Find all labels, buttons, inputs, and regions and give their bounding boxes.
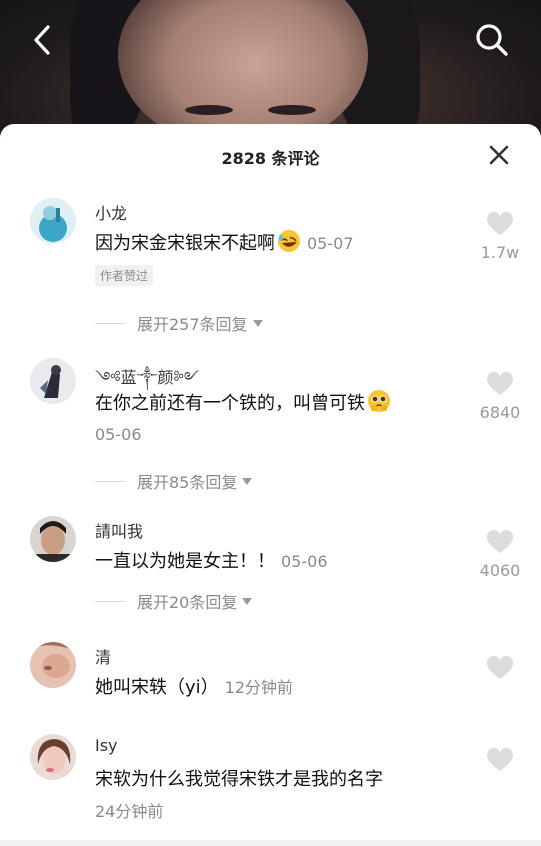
avatar[interactable]	[30, 516, 76, 562]
caret-down-icon	[252, 319, 263, 327]
comment-time: 24分钟前	[95, 802, 164, 821]
avatar-image	[30, 734, 76, 780]
like-count: 6840	[479, 403, 521, 422]
caret-down-icon	[242, 597, 253, 605]
chevron-left-icon	[34, 25, 50, 55]
comment-text: 宋软为什么我觉得宋铁才是我的名字	[95, 765, 383, 791]
video-background	[0, 0, 541, 140]
video-frame-detail	[185, 105, 233, 115]
caret-down-icon	[242, 477, 253, 485]
author-liked-badge: 作者赞过	[95, 265, 154, 286]
avatar-image	[30, 516, 76, 562]
back-button[interactable]	[22, 20, 62, 60]
like-button[interactable]: 6840	[470, 371, 530, 422]
like-count: 4060	[479, 561, 521, 580]
like-button[interactable]: 1.7w	[470, 211, 530, 262]
close-icon	[489, 145, 509, 165]
bottom-divider	[0, 840, 541, 846]
comment-count-title: 2828 条评论	[221, 149, 320, 168]
comments-panel: 2828 条评论 小龙 因为宋金宋银宋不起啊 05-07 作者赞过 1.7w 展…	[0, 124, 541, 846]
avatar[interactable]	[30, 198, 76, 244]
expand-replies-label: 展开85条回复	[137, 473, 238, 492]
divider	[95, 480, 125, 482]
avatar[interactable]	[30, 358, 76, 404]
video-frame-detail	[268, 105, 316, 115]
avatar-image	[30, 642, 76, 688]
comment-text: 在你之前还有一个铁的，叫曾可铁	[95, 389, 391, 415]
avatar[interactable]	[30, 734, 76, 780]
like-button[interactable]	[470, 747, 530, 777]
pleading-emoji-icon	[368, 390, 390, 412]
comment-text: 她叫宋轶（yi） 12分钟前	[95, 673, 293, 699]
divider	[95, 600, 125, 602]
search-button[interactable]	[472, 20, 512, 60]
comment-body: 因为宋金宋银宋不起啊	[95, 233, 275, 254]
comment-time: 05-06	[95, 425, 142, 444]
expand-replies-button[interactable]: 展开20条回复	[95, 589, 253, 613]
expand-replies-button[interactable]: 展开257条回复	[95, 311, 263, 335]
heart-icon	[487, 372, 513, 395]
comment-username[interactable]: 請叫我	[95, 518, 143, 542]
comment-username[interactable]: 清	[95, 644, 111, 668]
comment-text: 因为宋金宋银宋不起啊 05-07	[95, 229, 354, 255]
comments-header: 2828 条评论	[0, 124, 541, 186]
rofl-emoji-icon	[278, 230, 300, 252]
expand-replies-label: 展开20条回复	[137, 593, 238, 612]
comment-username[interactable]: Isy	[95, 736, 118, 755]
heart-icon	[487, 656, 513, 679]
comment-body: 一直以为她是女主！！	[95, 551, 275, 572]
like-button[interactable]: 4060	[470, 529, 530, 580]
divider	[95, 322, 125, 324]
close-button[interactable]	[484, 140, 514, 170]
expand-replies-button[interactable]: 展开85条回复	[95, 469, 253, 493]
comment-time: 12分钟前	[224, 678, 294, 697]
like-count: 1.7w	[480, 243, 520, 262]
expand-replies-label: 展开257条回复	[137, 315, 248, 334]
comment-body: 在你之前还有一个铁的，叫曾可铁	[95, 393, 365, 414]
comment-username[interactable]: 小龙	[95, 200, 127, 224]
video-frame-face	[118, 0, 368, 140]
avatar-image	[30, 198, 76, 244]
comment-time: 05-06	[281, 552, 328, 571]
avatar[interactable]	[30, 642, 76, 688]
avatar-image	[30, 358, 76, 404]
comment-time: 05-07	[307, 234, 354, 253]
comment-body: 宋软为什么我觉得宋铁才是我的名字	[95, 769, 383, 790]
like-button[interactable]	[470, 655, 530, 685]
search-icon	[476, 24, 508, 56]
heart-icon	[487, 212, 513, 235]
heart-icon	[487, 748, 513, 771]
heart-icon	[487, 530, 513, 553]
comment-text: 一直以为她是女主！！ 05-06	[95, 547, 328, 573]
comment-body: 她叫宋轶（yi）	[95, 677, 219, 698]
